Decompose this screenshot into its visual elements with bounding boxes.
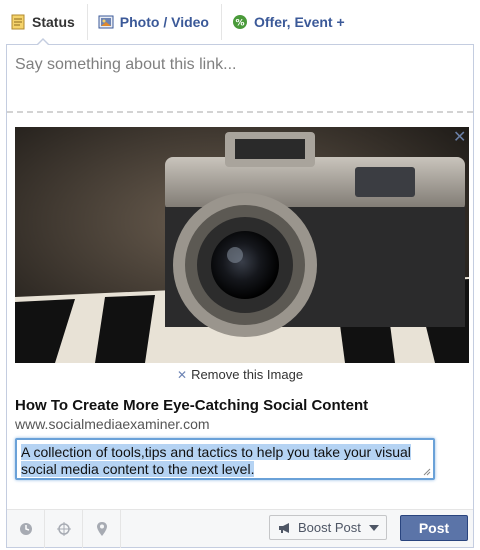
- link-description-field[interactable]: A collection of tools,tips and tactics t…: [15, 438, 435, 480]
- location-target-icon[interactable]: [45, 510, 83, 548]
- tab-photo-video-label: Photo / Video: [119, 14, 209, 30]
- map-pin-icon[interactable]: [83, 510, 121, 548]
- tab-status-label: Status: [32, 14, 75, 30]
- photo-icon: [98, 14, 114, 30]
- composer-footer: Boost Post Post: [7, 509, 473, 548]
- tab-offer-event-label: Offer, Event +: [254, 14, 345, 30]
- resize-handle-icon[interactable]: [423, 468, 431, 476]
- boost-post-button[interactable]: Boost Post: [269, 515, 387, 540]
- tab-photo-video[interactable]: Photo / Video: [88, 0, 221, 44]
- tab-offer-event[interactable]: % Offer, Event +: [222, 0, 357, 44]
- link-description-text: A collection of tools,tips and tactics t…: [21, 444, 411, 477]
- chevron-down-icon: [368, 524, 379, 531]
- tab-status[interactable]: Status: [0, 0, 87, 46]
- offer-icon: %: [232, 14, 248, 30]
- boost-post-label: Boost Post: [298, 520, 361, 535]
- status-icon: [10, 14, 26, 30]
- close-preview-icon[interactable]: ✕: [453, 127, 466, 147]
- composer-tabs: Status Photo / Video % Offer, Event +: [0, 0, 480, 46]
- divider: [7, 111, 473, 113]
- remove-image-link[interactable]: ✕ Remove this Image: [177, 367, 303, 382]
- link-title[interactable]: How To Create More Eye-Catching Social C…: [15, 397, 368, 414]
- status-input[interactable]: [15, 51, 465, 79]
- composer-box: ✕ ✕ Remove this Image How To Create More…: [6, 44, 474, 548]
- link-url: www.socialmediaexaminer.com: [15, 416, 210, 432]
- clock-icon[interactable]: [7, 510, 45, 548]
- remove-icon: ✕: [177, 367, 188, 382]
- remove-image-label: Remove this Image: [191, 367, 304, 382]
- post-button[interactable]: Post: [400, 515, 468, 541]
- svg-text:%: %: [235, 19, 244, 29]
- link-preview-image: [15, 127, 469, 363]
- megaphone-icon: [279, 522, 289, 533]
